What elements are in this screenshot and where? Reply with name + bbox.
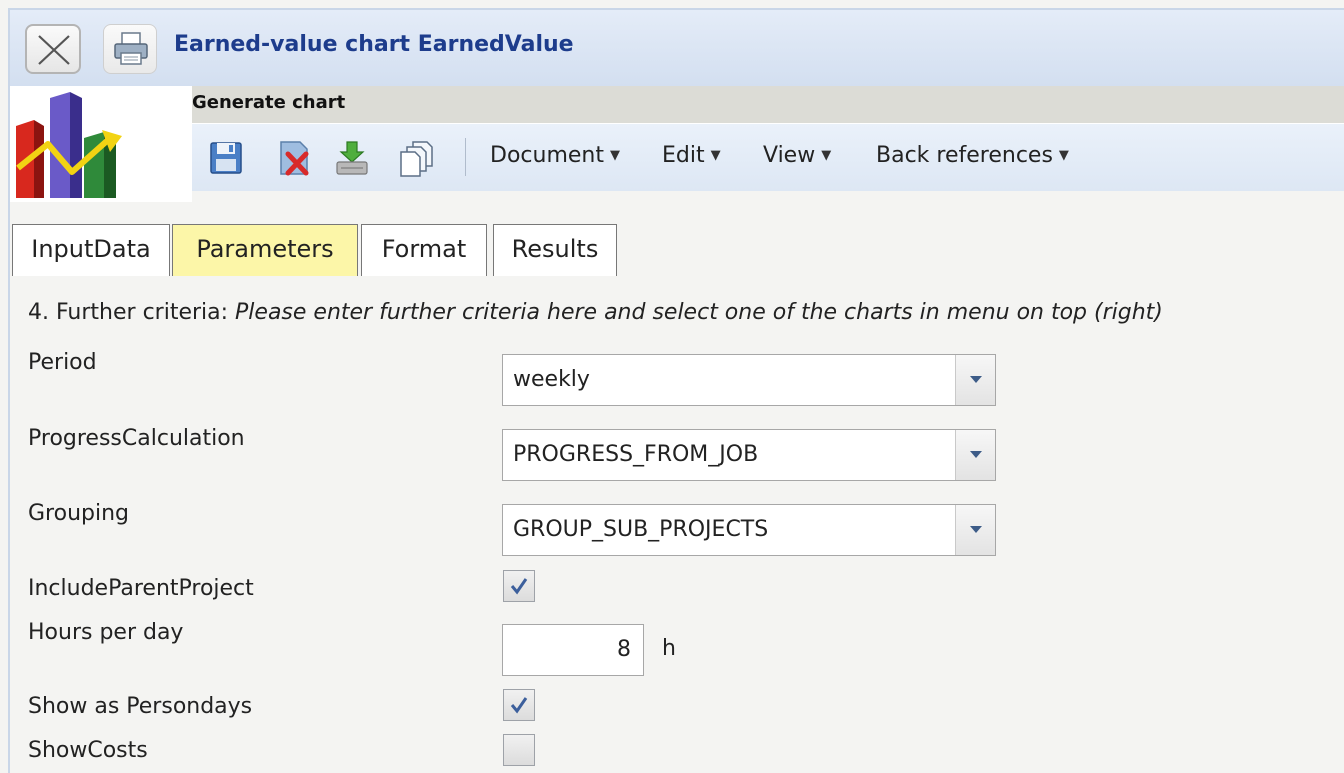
menu-edit-label: Edit xyxy=(662,143,705,168)
menu-view[interactable]: View ▼ xyxy=(763,143,831,168)
close-button[interactable] xyxy=(25,24,81,74)
window-title: Earned-value chart EarnedValue xyxy=(174,32,574,57)
section-header xyxy=(192,86,1344,123)
section-label: Generate chart xyxy=(192,92,346,113)
save-icon[interactable] xyxy=(208,140,244,180)
checkmark-icon xyxy=(510,578,528,595)
tab-results[interactable]: Results xyxy=(493,224,617,276)
menu-back-references-label: Back references xyxy=(876,143,1053,168)
progress-calculation-select[interactable]: PROGRESS_FROM_JOB xyxy=(502,429,996,481)
dropdown-arrow-icon: ▼ xyxy=(609,148,620,163)
show-costs-label: ShowCosts xyxy=(28,738,148,763)
dropdown-arrow-icon: ▼ xyxy=(1058,148,1069,163)
include-parent-project-checkbox[interactable] xyxy=(503,570,535,602)
chevron-down-icon xyxy=(970,451,982,458)
tab-inputdata[interactable]: InputData xyxy=(12,224,170,276)
progress-calculation-value: PROGRESS_FROM_JOB xyxy=(513,442,759,467)
hours-per-day-value: 8 xyxy=(617,637,631,662)
heading-prefix: 4. Further criteria: xyxy=(28,300,236,325)
hours-per-day-label: Hours per day xyxy=(28,620,184,645)
progress-calculation-label: ProgressCalculation xyxy=(28,426,245,451)
show-costs-checkbox[interactable] xyxy=(503,734,535,766)
title-bar: Earned-value chart EarnedValue xyxy=(10,10,1344,86)
period-label: Period xyxy=(28,350,97,375)
grouping-dropdown-button[interactable] xyxy=(955,505,995,555)
chevron-down-icon xyxy=(970,526,982,533)
progress-calculation-dropdown-button[interactable] xyxy=(955,430,995,480)
dropdown-arrow-icon: ▼ xyxy=(710,148,721,163)
print-button[interactable] xyxy=(103,24,157,74)
section-heading: 4. Further criteria: Please enter furthe… xyxy=(28,300,1163,325)
period-select[interactable]: weekly xyxy=(502,354,996,406)
grouping-value: GROUP_SUB_PROJECTS xyxy=(513,517,769,542)
download-icon[interactable] xyxy=(334,140,370,180)
menu-document-label: Document xyxy=(490,143,604,168)
dropdown-arrow-icon: ▼ xyxy=(821,148,832,163)
hours-per-day-input[interactable]: 8 xyxy=(502,624,644,676)
checkmark-icon xyxy=(510,697,528,714)
menu-back-references[interactable]: Back references ▼ xyxy=(876,143,1069,168)
tab-parameters[interactable]: Parameters xyxy=(172,224,358,276)
heading-hint: Please enter further criteria here and s… xyxy=(235,300,1163,325)
tab-format[interactable]: Format xyxy=(361,224,487,276)
delete-icon[interactable] xyxy=(276,140,314,180)
app-logo xyxy=(10,86,192,202)
printer-icon xyxy=(114,32,148,65)
hours-unit: h xyxy=(662,636,676,661)
menu-edit[interactable]: Edit ▼ xyxy=(662,143,721,168)
chart-logo-icon xyxy=(16,92,122,198)
menu-view-label: View xyxy=(763,143,816,168)
menu-document[interactable]: Document ▼ xyxy=(490,143,620,168)
period-value: weekly xyxy=(513,367,590,392)
show-as-persondays-checkbox[interactable] xyxy=(503,689,535,721)
chevron-down-icon xyxy=(970,376,982,383)
show-as-persondays-label: Show as Persondays xyxy=(28,694,253,719)
toolbar-separator xyxy=(465,138,466,176)
period-dropdown-button[interactable] xyxy=(955,355,995,405)
grouping-label: Grouping xyxy=(28,501,129,526)
include-parent-project-label: IncludeParentProject xyxy=(28,576,254,601)
grouping-select[interactable]: GROUP_SUB_PROJECTS xyxy=(502,504,996,556)
close-icon xyxy=(38,35,70,65)
copy-icon[interactable] xyxy=(398,140,436,182)
